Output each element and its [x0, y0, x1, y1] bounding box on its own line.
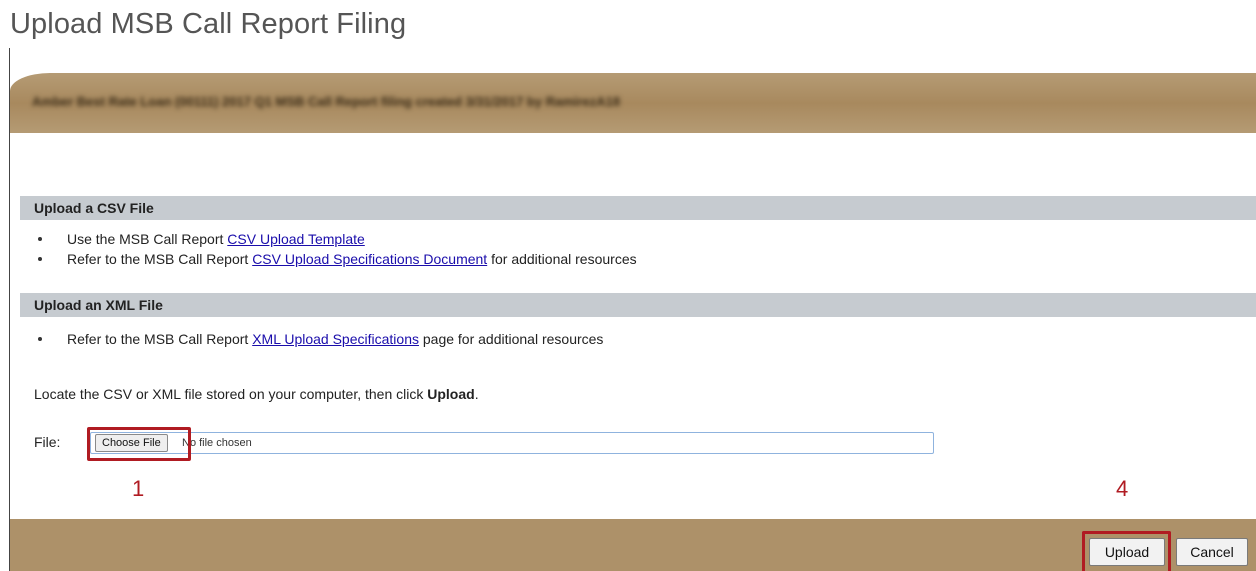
step-4-callout: 4: [1116, 476, 1129, 501]
xml-section-header: Upload an XML File: [20, 293, 1256, 317]
xml-upload-specifications-link[interactable]: XML Upload Specifications: [252, 331, 419, 347]
bullet-text: page for additional resources: [418, 331, 604, 347]
step-1-callout: 1: [132, 476, 145, 501]
file-label: File:: [34, 434, 61, 450]
upload-button[interactable]: Upload: [1089, 538, 1165, 566]
bullet-text: Refer to the MSB Call Report: [67, 251, 253, 267]
csv-bullet-list: Use the MSB Call Report CSV Upload Templ…: [20, 229, 637, 269]
list-item: Refer to the MSB Call Report XML Upload …: [20, 329, 603, 349]
filing-banner-text: Amber Best Rate Loan (00111) 2017 Q1 MSB…: [32, 94, 621, 109]
bullet-text: Refer to the MSB Call Report: [67, 331, 253, 347]
instruction-text-end: .: [474, 386, 479, 402]
action-footer: [10, 519, 1256, 571]
filing-banner: Amber Best Rate Loan (00111) 2017 Q1 MSB…: [10, 73, 1256, 133]
csv-section-header: Upload a CSV File: [20, 196, 1256, 220]
csv-upload-template-link[interactable]: CSV Upload Template: [227, 231, 364, 247]
bullet-text: for additional resources: [487, 251, 637, 267]
upload-instruction: Locate the CSV or XML file stored on you…: [34, 386, 479, 402]
file-input[interactable]: Choose File No file chosen: [90, 432, 934, 454]
choose-file-highlight: [87, 427, 191, 461]
bullet-text: Use the MSB Call Report: [67, 231, 228, 247]
instruction-text: Locate the CSV or XML file stored on you…: [34, 386, 428, 402]
instruction-upload-emphasis: Upload: [427, 386, 475, 402]
page-title: Upload MSB Call Report Filing: [10, 8, 407, 40]
list-item: Refer to the MSB Call Report CSV Upload …: [20, 249, 637, 269]
cancel-button[interactable]: Cancel: [1176, 538, 1248, 566]
file-status: No file chosen: [182, 437, 252, 449]
csv-upload-specifications-link[interactable]: CSV Upload Specifications Document: [252, 251, 487, 267]
list-item: Use the MSB Call Report CSV Upload Templ…: [20, 229, 637, 249]
xml-bullet-list: Refer to the MSB Call Report XML Upload …: [20, 329, 603, 349]
